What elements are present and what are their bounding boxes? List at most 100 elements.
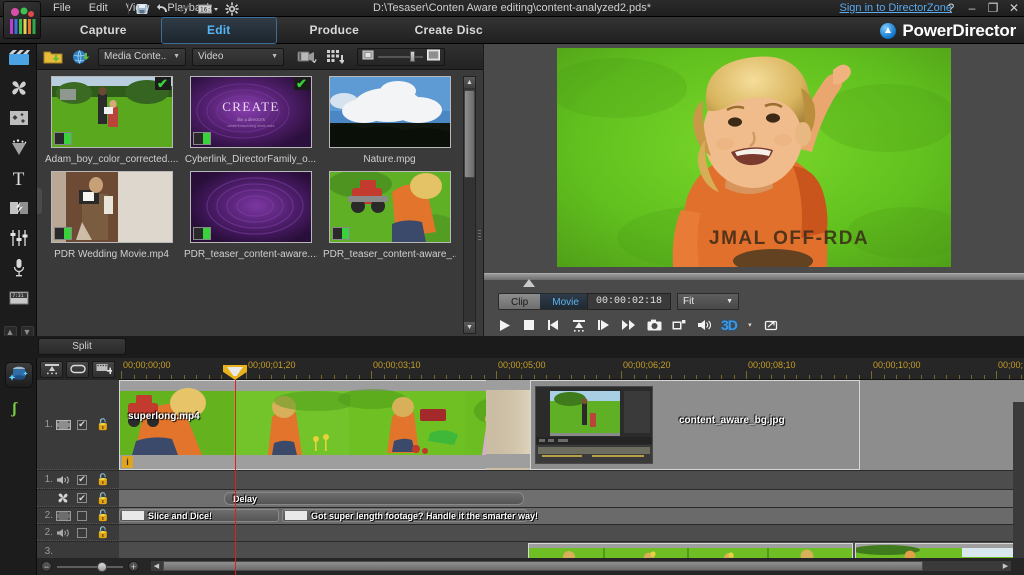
media-thumbnail[interactable] xyxy=(329,76,451,148)
restore-button[interactable]: ❐ xyxy=(987,0,999,17)
timeline-hscroll-thumb[interactable] xyxy=(163,561,923,571)
preferences-gear-icon[interactable] xyxy=(225,2,239,16)
sidebar-item-effect-room[interactable] xyxy=(0,74,37,104)
zoom-slider-track[interactable] xyxy=(57,566,123,568)
thumbnail-size-track[interactable] xyxy=(378,56,423,58)
media-capture-icon[interactable] xyxy=(296,47,318,67)
timeline-clip-video-3a[interactable] xyxy=(528,543,853,558)
timeline-clip-video-3b[interactable] xyxy=(855,543,1024,558)
list-item[interactable]: CREATE like a director's create it much … xyxy=(184,76,317,165)
list-item[interactable]: ✔ Adam_boy_color_corrected.... xyxy=(45,76,178,165)
clip-info-badge[interactable]: i xyxy=(122,456,133,468)
import-folder-icon[interactable] xyxy=(42,47,64,67)
minimize-button[interactable]: – xyxy=(966,0,978,17)
library-resize-handle[interactable] xyxy=(37,188,42,214)
tab-edit[interactable]: Edit xyxy=(161,17,278,44)
directorzone-download-icon[interactable] xyxy=(70,47,92,67)
track-enable-checkbox[interactable]: ✔ xyxy=(77,493,87,503)
track-header-audio-1[interactable]: 1. ✔ 🔓 xyxy=(37,471,119,489)
help-button[interactable]: ? xyxy=(945,0,957,17)
preview-scope-toggle[interactable]: Clip Movie xyxy=(498,293,592,310)
scope-movie-button[interactable]: Movie xyxy=(540,294,591,309)
track-lane-video-2[interactable]: Slice and Dice! Got super length footage… xyxy=(119,508,1024,524)
track-header-audio-2[interactable]: 2. 🔓 xyxy=(37,525,119,541)
track-lock-icon[interactable]: 🔓 xyxy=(96,492,110,505)
3d-config-dropdown[interactable]: ▾ xyxy=(746,317,754,333)
sign-in-link[interactable]: Sign in to DirectorZone xyxy=(840,0,953,17)
preview-timecode[interactable]: 00:00:02:18 xyxy=(587,293,671,310)
scroll-right-arrow-icon[interactable]: ▶ xyxy=(1000,561,1011,571)
sidebar-item-audio-mixing-room[interactable] xyxy=(0,224,37,254)
save-icon[interactable] xyxy=(135,2,149,16)
track-lock-icon[interactable]: 🔓 xyxy=(96,473,110,486)
track-lock-icon[interactable]: 🔓 xyxy=(96,418,110,431)
timeline-vertical-scrollbar[interactable]: ▼ xyxy=(1013,402,1024,558)
track-enable-checkbox[interactable]: ✔ xyxy=(77,475,87,485)
track-enable-checkbox[interactable] xyxy=(77,528,87,538)
timeline-view-icon[interactable] xyxy=(66,361,89,378)
track-lane-video-1[interactable]: superlong.mp4 i xyxy=(119,380,1024,470)
panel-grip-handle[interactable] xyxy=(478,230,482,244)
sidebar-item-pip-objects-room[interactable] xyxy=(0,104,37,134)
undock-preview-button[interactable] xyxy=(763,317,779,333)
tab-capture[interactable]: Capture xyxy=(46,17,161,44)
media-type-filter-dropdown[interactable]: Video ▼ xyxy=(192,48,284,66)
timeline-horizontal-scrollbar[interactable]: ◀ ▶ xyxy=(150,560,1012,572)
media-thumbnail[interactable] xyxy=(190,171,312,243)
zoom-out-button[interactable]: − xyxy=(41,561,52,572)
preview-scrub-handle[interactable] xyxy=(523,279,535,287)
list-item[interactable]: Nature.mpg xyxy=(323,76,456,165)
timeline-clip-title-1[interactable]: Slice and Dice! xyxy=(119,509,279,522)
tab-produce[interactable]: Produce xyxy=(277,17,392,44)
media-thumbnail[interactable] xyxy=(329,171,451,243)
sidebar-item-media-room[interactable] xyxy=(0,44,37,74)
timeline-transition-block[interactable] xyxy=(486,380,531,470)
preview-fit-dropdown[interactable]: Fit ▼ xyxy=(677,293,739,310)
timeline-clip-title-2[interactable]: Got super length footage? Handle it the … xyxy=(282,509,527,522)
track-lock-icon[interactable]: 🔓 xyxy=(96,509,110,522)
thumbnail-size-slider[interactable] xyxy=(357,48,445,66)
track-header-video-2[interactable]: 2. 🔓 xyxy=(37,508,119,524)
sidebar-item-particle-room[interactable] xyxy=(0,134,37,164)
tab-create-disc[interactable]: Create Disc xyxy=(392,17,507,44)
list-item[interactable]: PDR Wedding Movie.mp4 xyxy=(45,171,178,260)
snapshot-camera-button[interactable] xyxy=(646,317,662,333)
volume-button[interactable] xyxy=(696,317,712,333)
sidebar-item-transition-room[interactable] xyxy=(0,194,37,224)
track-header-video-1[interactable]: 1. ✔ 🔓 xyxy=(37,380,119,470)
play-button[interactable] xyxy=(496,317,512,333)
arrange-grid-icon[interactable] xyxy=(324,47,346,67)
timeline-clip-image[interactable]: content_aware_bg.jpg xyxy=(530,380,860,470)
list-item[interactable]: PDR_teaser_content-aware_... xyxy=(323,171,456,260)
track-lane-effect[interactable]: Delay xyxy=(119,490,1024,507)
preview-video[interactable]: JMAL OFF-RDA xyxy=(557,48,951,267)
add-track-icon[interactable] xyxy=(92,361,115,378)
small-thumbnail-icon[interactable] xyxy=(362,49,374,64)
menu-file[interactable]: File xyxy=(44,0,80,17)
previous-frame-button[interactable] xyxy=(546,317,562,333)
preview-scrub-track[interactable] xyxy=(484,273,1024,280)
track-lock-icon[interactable]: 🔓 xyxy=(96,526,110,539)
library-scrollbar[interactable]: ▲ ▼ xyxy=(463,76,476,334)
3d-mode-button[interactable]: 3D xyxy=(721,317,737,333)
sidebar-item-voice-over-room[interactable] xyxy=(0,254,37,284)
media-thumbnail[interactable]: ✔ xyxy=(51,76,173,148)
track-lane-video-3[interactable] xyxy=(119,542,1024,558)
magic-motion-icon[interactable]: ʃ xyxy=(12,400,17,418)
scroll-left-arrow-icon[interactable]: ◀ xyxy=(151,561,162,571)
library-scroll-thumb[interactable] xyxy=(464,90,475,178)
sidebar-item-title-room[interactable]: T xyxy=(0,164,37,194)
aspect-ratio-icon[interactable]: 16:9 xyxy=(198,2,218,16)
duplicate-window-button[interactable] xyxy=(671,317,687,333)
split-button[interactable]: Split xyxy=(38,338,126,355)
scope-clip-button[interactable]: Clip xyxy=(499,294,540,309)
preview-scrub-bar[interactable] xyxy=(484,272,1024,288)
track-lane-audio-2[interactable] xyxy=(119,525,1024,541)
large-thumbnail-icon[interactable] xyxy=(427,49,440,64)
list-item[interactable]: PDR_teaser_content-aware.... xyxy=(184,171,317,260)
track-header-effect[interactable]: ✔ 🔓 xyxy=(37,490,119,507)
timeline-ruler[interactable]: 00;00;00;00 00;00;01;20 00;00;03;10 00;0… xyxy=(119,358,1024,380)
track-lane-audio-1[interactable] xyxy=(119,471,1024,489)
track-header-video-3[interactable]: 3. xyxy=(37,542,119,558)
media-content-filter-dropdown[interactable]: Media Conte... ▼ xyxy=(98,48,186,66)
